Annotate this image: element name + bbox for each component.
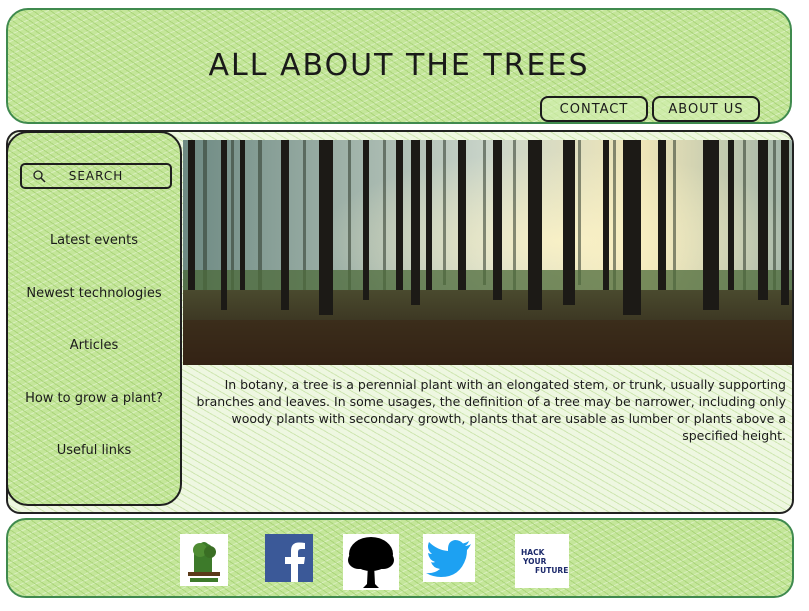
hyf-line-2: YOUR xyxy=(523,557,547,566)
sidebar-item-useful-links[interactable]: Useful links xyxy=(8,443,180,458)
site-footer xyxy=(6,518,794,598)
hack-your-future-logo[interactable]: HACK YOUR FUTURE xyxy=(515,534,569,588)
hyf-line-3: FUTURE xyxy=(535,566,569,575)
forest-photo xyxy=(183,140,792,365)
sidebar-item-latest-events[interactable]: Latest events xyxy=(8,233,180,248)
search-icon xyxy=(33,170,46,183)
twitter-icon[interactable] xyxy=(423,534,475,582)
facebook-icon[interactable] xyxy=(265,534,313,582)
hyf-line-1: HACK xyxy=(521,548,545,557)
sidebar-item-how-to-grow[interactable]: How to grow a plant? xyxy=(8,391,180,406)
green-logo-icon[interactable] xyxy=(180,534,228,586)
intro-paragraph: In botany, a tree is a perennial plant w… xyxy=(196,377,786,443)
sidebar: SEARCH Latest events Newest technologies… xyxy=(6,131,182,506)
tree-icon[interactable] xyxy=(343,534,399,590)
about-us-button[interactable]: ABOUT US xyxy=(652,96,760,122)
site-title: ALL ABOUT THE TREES xyxy=(208,48,590,83)
search-button[interactable]: SEARCH xyxy=(20,163,172,189)
sidebar-item-articles[interactable]: Articles xyxy=(8,338,180,353)
search-label: SEARCH xyxy=(68,169,124,183)
contact-button[interactable]: CONTACT xyxy=(540,96,648,122)
site-header: ALL ABOUT THE TREES CONTACT ABOUT US xyxy=(6,8,792,124)
sidebar-item-newest-technologies[interactable]: Newest technologies xyxy=(8,286,180,301)
